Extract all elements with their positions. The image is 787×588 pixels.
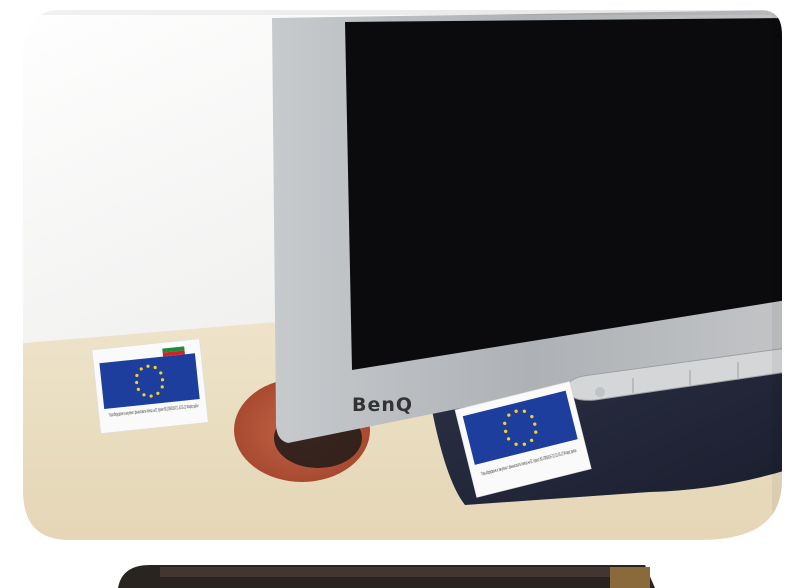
photo-canvas: BenQ Това оборудване е закупено с финанс… <box>0 0 787 588</box>
main-photo: BenQ Това оборудване е закупено с финанс… <box>18 5 787 545</box>
menu-button <box>595 387 605 397</box>
photo-scene: BenQ Това оборудване е закупено с финанс… <box>0 0 787 588</box>
secondary-photo <box>108 548 663 588</box>
monitor-brand-logo: BenQ <box>352 394 413 416</box>
eu-sticker-left: Това оборудване е закупено с финансовата… <box>91 338 209 434</box>
